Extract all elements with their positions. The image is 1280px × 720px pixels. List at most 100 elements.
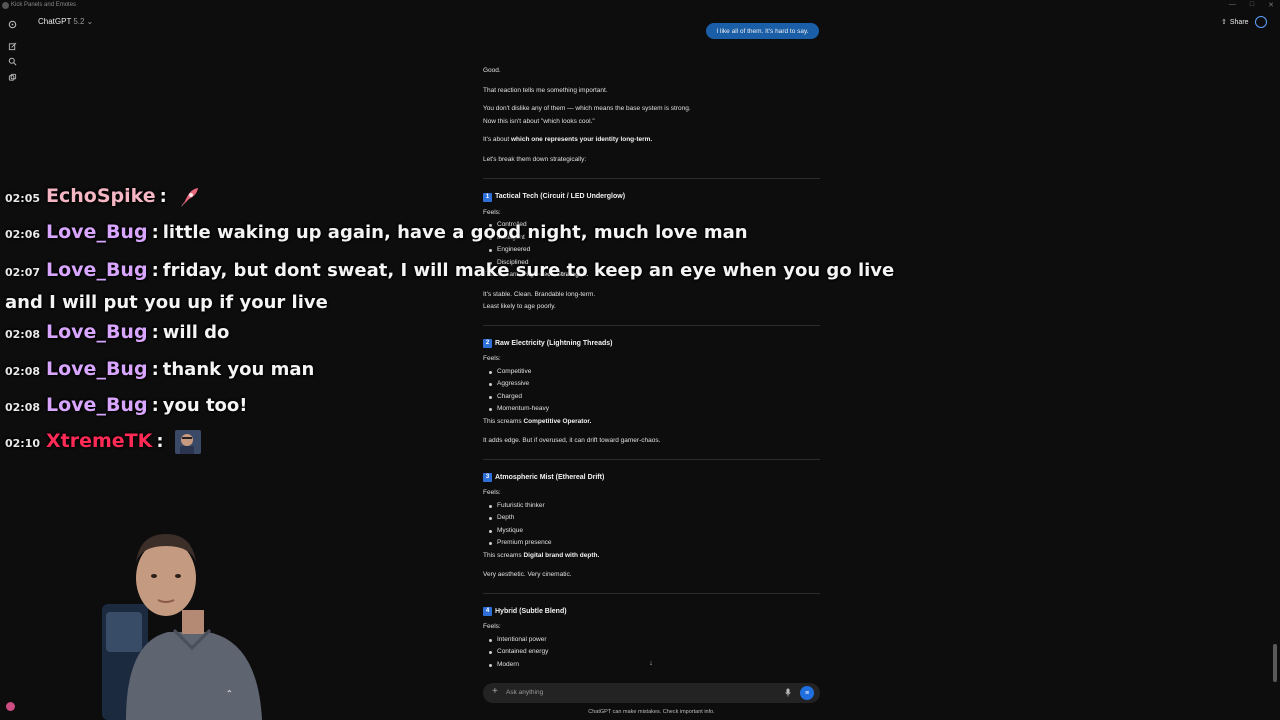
feels-label: Feels:	[483, 355, 501, 362]
response-line: Good.	[483, 67, 501, 74]
list-item: Engineered	[489, 244, 820, 257]
chat-username: Love_Bug	[46, 259, 148, 281]
window-controls: — □ ✕	[1229, 1, 1274, 9]
composer-input[interactable]: Ask anything	[506, 689, 543, 696]
chat-timestamp: 02:08	[5, 328, 41, 341]
voice-mode-button[interactable]: ≡	[800, 686, 814, 700]
chat-username: Love_Bug	[46, 358, 148, 380]
screams-line: This screams Digital brand with depth.	[483, 551, 600, 559]
chat-timestamp: 02:10	[5, 437, 41, 450]
list-item: Momentum-heavy	[489, 403, 820, 416]
feels-label: Feels:	[483, 208, 501, 216]
response-line: You don't dislike any of them — which me…	[483, 105, 691, 112]
composer[interactable]: + Ask anything ≡	[483, 683, 820, 703]
feels-list: Futuristic thinker Depth Mystique Premiu…	[483, 500, 820, 550]
response-line: Least likely to age poorly.	[483, 303, 556, 310]
chat-timestamp: 02:05	[5, 192, 41, 205]
share-button[interactable]: ⇧ Share	[1221, 18, 1249, 27]
feels-list: Competitive Aggressive Charged Momentum-…	[483, 366, 820, 416]
section-title: 1 Tactical Tech (Circuit / LED Underglow)	[483, 191, 820, 204]
disclaimer: ChatGPT can make mistakes. Check importa…	[588, 709, 715, 715]
list-item: Mystique	[489, 525, 820, 538]
app-icon	[2, 2, 9, 9]
screams-line: This screams Competitive Operator.	[483, 417, 592, 425]
share-label: Share	[1229, 18, 1249, 26]
waveform-icon: ≡	[804, 689, 810, 697]
chat-timestamp: 02:06	[5, 228, 41, 241]
scrollbar-thumb[interactable]	[1273, 644, 1277, 682]
list-item: Intelligent	[489, 232, 820, 245]
new-chat-icon[interactable]	[6, 40, 18, 52]
section-title: 3 Atmospheric Mist (Ethereal Drift)	[483, 472, 820, 485]
window-titlebar: Kick Panels and Emotes — □ ✕	[0, 0, 1280, 12]
divider	[483, 178, 820, 179]
live-indicator-icon	[6, 702, 15, 711]
list-item: Disciplined	[489, 257, 820, 270]
chat-message: 02:05 EchoSpike:	[5, 185, 201, 209]
list-item: Aggressive	[489, 378, 820, 391]
model-version: 5.2	[73, 17, 85, 26]
response-line: It's stable. Clean. Brandable long-term.	[483, 290, 596, 298]
response-line: Very aesthetic. Very cinematic.	[483, 571, 572, 578]
avatar[interactable]	[1255, 16, 1267, 28]
scroll-to-bottom-button[interactable]: ↓	[645, 657, 657, 669]
chat-timestamp: 02:08	[5, 401, 41, 414]
list-item: Contained energy	[489, 646, 820, 659]
assistant-message: Good. That reaction tells me something i…	[483, 65, 820, 671]
response-line: Now this isn't about "which looks cool."	[483, 117, 595, 125]
divider	[483, 324, 820, 326]
response-line: Let's break them down strategically:	[483, 155, 587, 163]
divider	[483, 592, 820, 594]
response-line: It adds edge. But if overused, it can dr…	[483, 437, 661, 444]
user-message-bubble: I like all of them. It's hard to say.	[706, 23, 819, 39]
app-header: ChatGPT 5.2 ⌄ ⇧ Share	[0, 12, 1280, 34]
list-item: Premium presence	[489, 537, 820, 550]
divider	[483, 458, 820, 460]
microphone-icon[interactable]	[785, 688, 791, 697]
minimize-icon[interactable]: —	[1229, 1, 1236, 9]
response-line: That reaction tells me something importa…	[483, 86, 608, 94]
list-item: Competitive	[489, 366, 820, 379]
chat-username: Love_Bug	[46, 394, 148, 416]
list-item: Intentional power	[489, 634, 820, 647]
screams-line: This screams High-Tech Strategist.	[483, 271, 589, 278]
maximize-icon[interactable]: □	[1250, 1, 1254, 9]
chat-username: Love_Bug	[46, 221, 148, 243]
response-line: It's about which one represents your ide…	[483, 136, 653, 143]
chevron-down-icon: ⌄	[86, 17, 94, 26]
number-badge-icon: 3	[483, 473, 492, 483]
list-item: Controlled	[489, 219, 820, 232]
face-emote-icon	[174, 430, 201, 454]
chat-timestamp: 02:08	[5, 365, 41, 378]
library-icon[interactable]	[6, 71, 18, 83]
window-title: Kick Panels and Emotes	[11, 2, 77, 8]
plus-icon[interactable]: +	[492, 686, 498, 697]
search-icon[interactable]	[6, 55, 18, 67]
feels-list: Controlled Intelligent Engineered Discip…	[483, 219, 820, 269]
list-item: Futuristic thinker	[489, 500, 820, 513]
chat-message: 02:08 Love_Bug: you too!	[5, 394, 248, 416]
scrollbar[interactable]	[1273, 40, 1277, 715]
chat-text: thank you man	[162, 359, 315, 380]
number-badge-icon: 2	[483, 339, 492, 349]
openai-logo-icon[interactable]	[6, 18, 18, 30]
model-selector[interactable]: ChatGPT 5.2 ⌄	[38, 17, 93, 26]
model-name: ChatGPT	[38, 17, 72, 26]
webcam-overlay: ⌃	[102, 534, 262, 720]
chat-username: XtremeTK	[46, 430, 153, 452]
svg-text:⌃: ⌃	[226, 689, 233, 698]
chat-text: you too!	[162, 395, 248, 416]
number-badge-icon: 1	[483, 192, 492, 202]
chat-username: Love_Bug	[46, 321, 148, 343]
chat-text: will do	[162, 322, 230, 343]
section-title: 2 Raw Electricity (Lightning Threads)	[483, 338, 820, 351]
chat-username: EchoSpike	[46, 185, 156, 207]
chat-message: 02:08 Love_Bug: will do	[5, 321, 230, 343]
section-title: 4 Hybrid (Subtle Blend)	[483, 606, 820, 619]
feels-label: Feels:	[483, 623, 501, 630]
share-icon: ⇧	[1221, 19, 1227, 26]
close-icon[interactable]: ✕	[1268, 1, 1274, 9]
number-badge-icon: 4	[483, 607, 492, 617]
feels-label: Feels:	[483, 489, 501, 496]
rocket-emote-icon	[181, 188, 199, 207]
